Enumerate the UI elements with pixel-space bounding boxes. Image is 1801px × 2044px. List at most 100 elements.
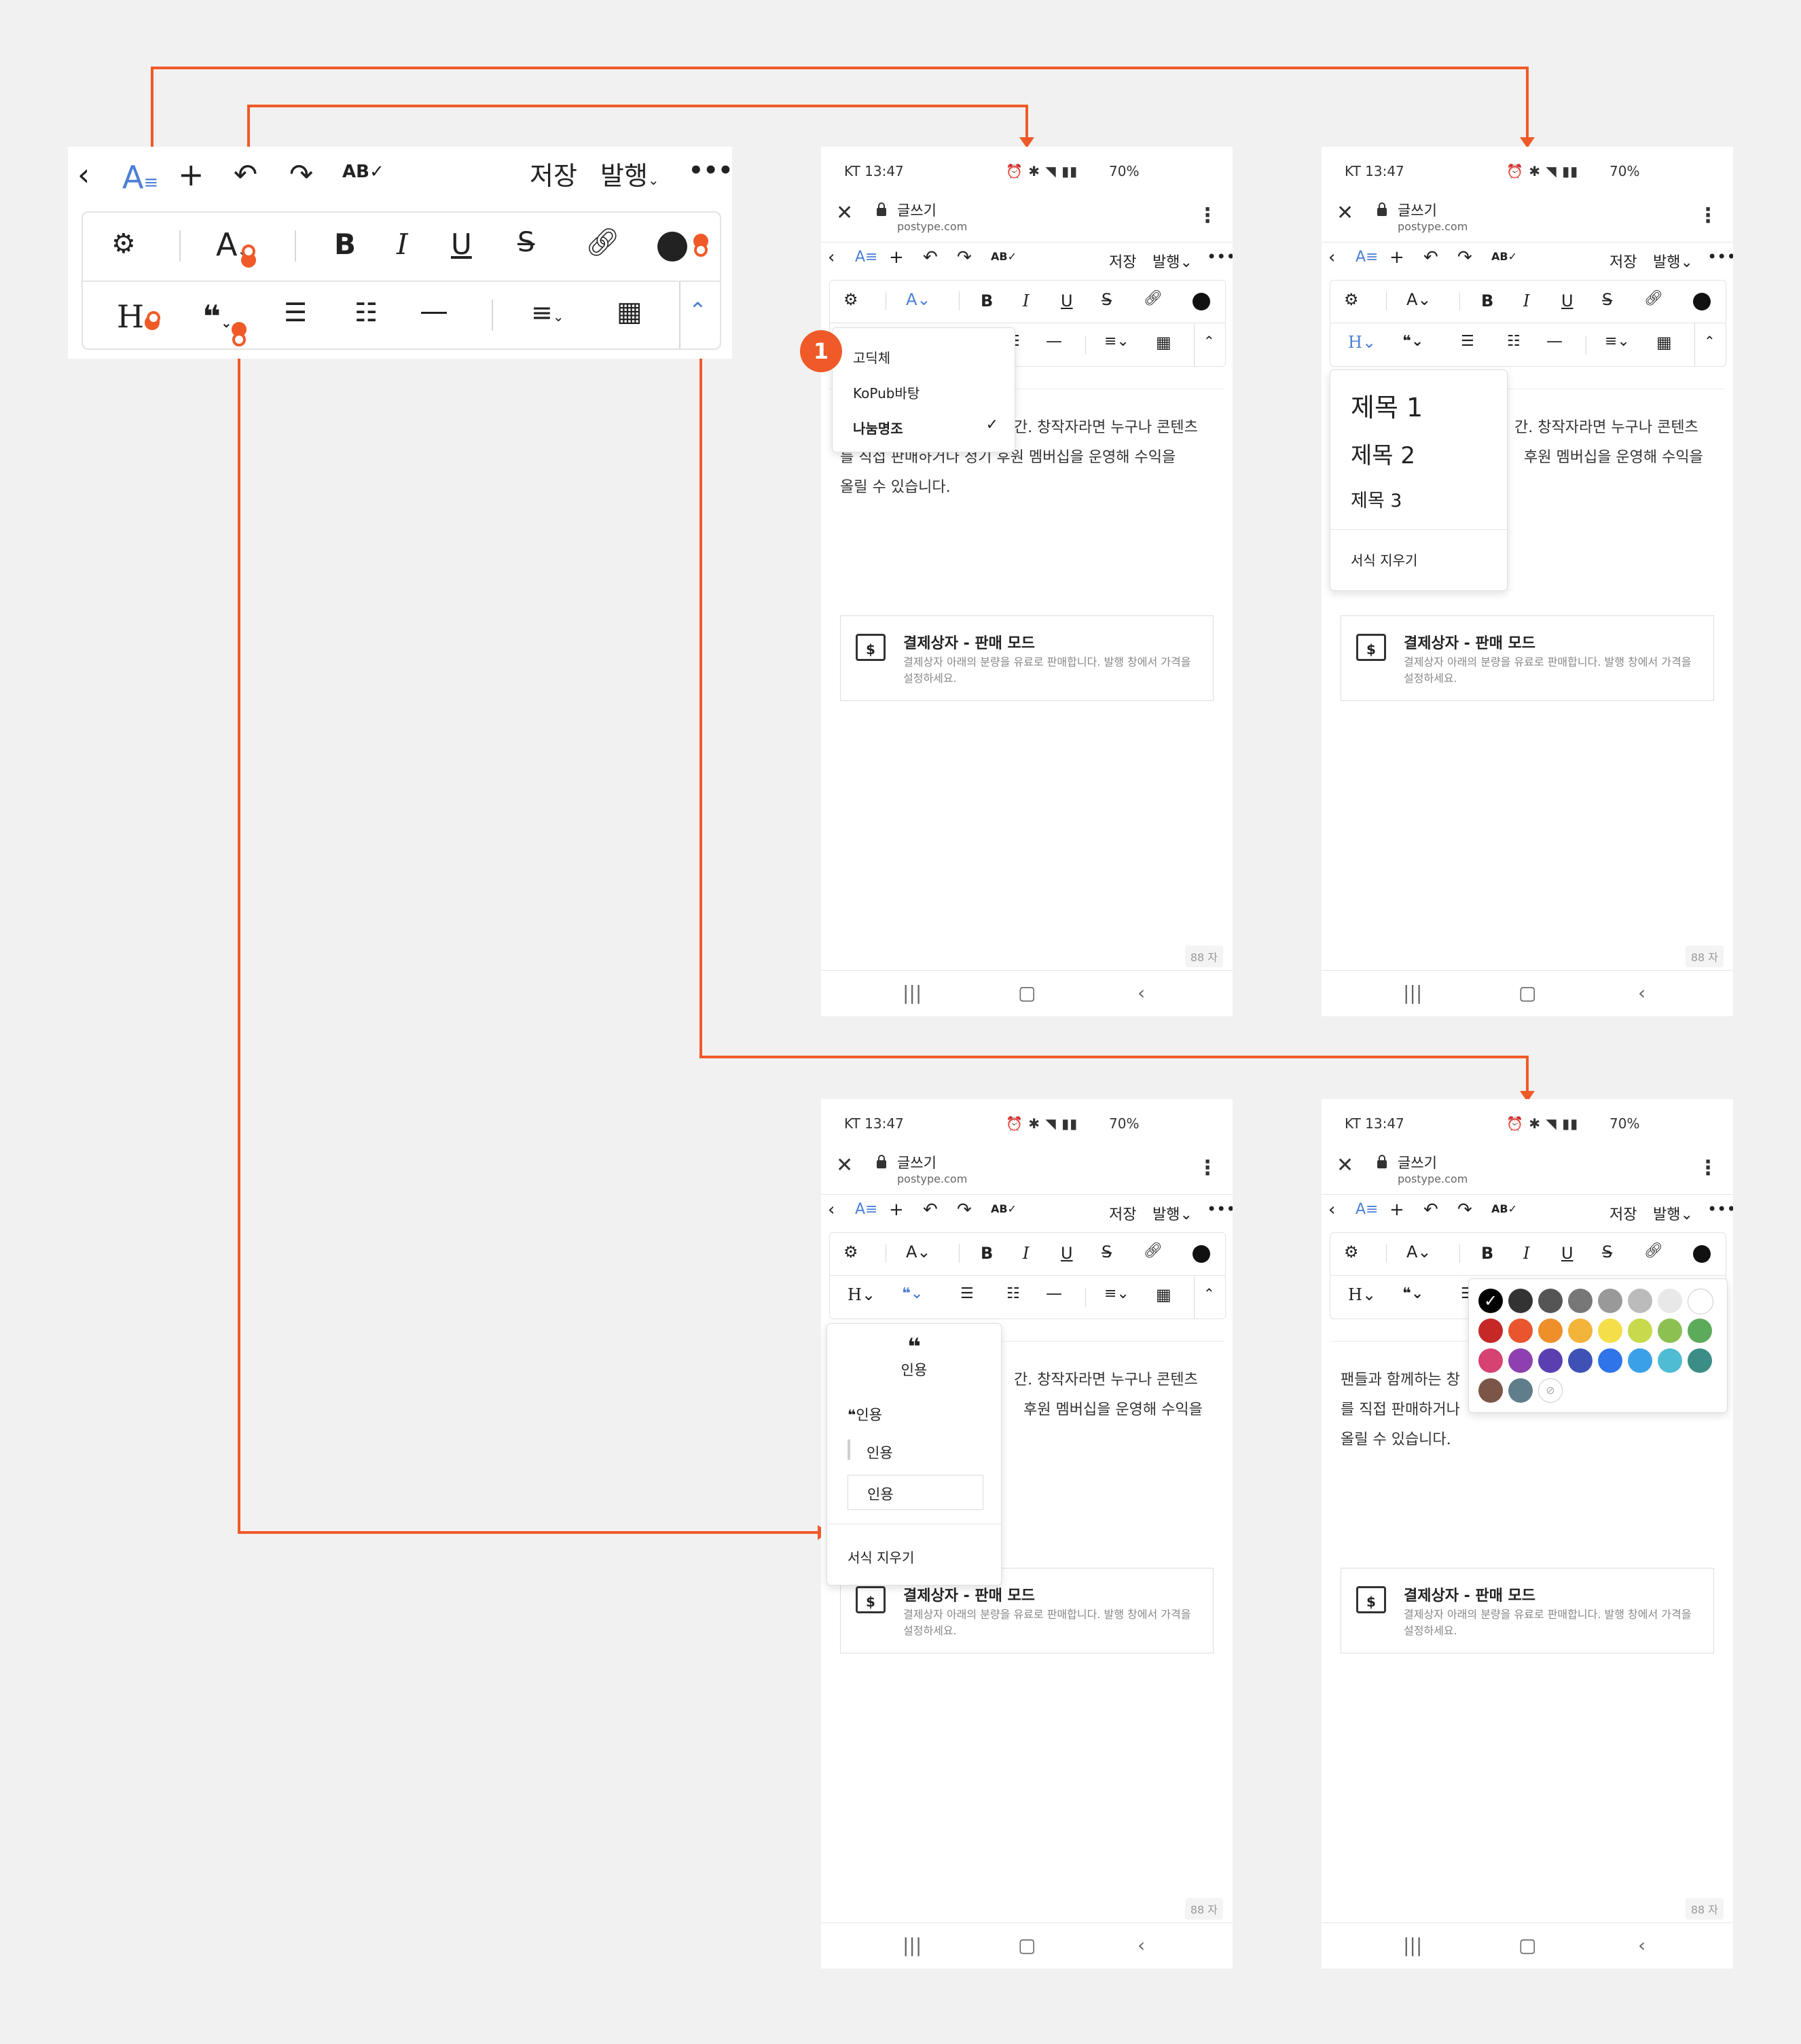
divider-icon[interactable]: — — [1546, 333, 1563, 349]
spellcheck-icon[interactable]: AB✓ — [1491, 1204, 1517, 1215]
italic-button[interactable]: I — [397, 230, 408, 259]
underline-button[interactable]: U — [451, 230, 472, 259]
numbered-list-icon[interactable]: ☷ — [354, 300, 378, 325]
gear-icon[interactable]: ⚙ — [111, 230, 136, 257]
add-icon[interactable]: + — [889, 1201, 904, 1219]
close-icon[interactable]: ✕ — [836, 1153, 853, 1177]
undo-icon[interactable]: ↶ — [1423, 1201, 1438, 1219]
underline-button[interactable]: U — [1061, 1245, 1073, 1261]
text-format-icon[interactable]: A≡ — [1356, 250, 1378, 265]
menu-icon[interactable]: ⋮ — [1698, 204, 1718, 228]
add-icon[interactable]: + — [889, 249, 904, 266]
font-select[interactable]: A⌄ — [1406, 291, 1432, 308]
back-icon[interactable]: ‹ — [1328, 249, 1335, 266]
link-icon[interactable]: 🔗︎ — [1644, 1244, 1663, 1259]
strikethrough-icon[interactable]: S̶ — [1102, 1244, 1112, 1260]
spellcheck-icon[interactable]: AB✓ — [991, 1204, 1017, 1215]
font-select[interactable]: A⌄ — [906, 291, 931, 308]
bold-button[interactable]: B — [981, 1245, 993, 1261]
close-icon[interactable]: ✕ — [836, 201, 853, 225]
collapse-icon[interactable]: ⌃ — [689, 300, 707, 321]
link-icon[interactable]: 🔗︎ — [1144, 291, 1163, 306]
add-icon[interactable]: + — [1389, 249, 1404, 266]
add-icon[interactable]: + — [178, 159, 204, 190]
color-swatch[interactable] — [1598, 1289, 1622, 1313]
text-format-icon[interactable]: A≡ — [855, 1202, 877, 1217]
home-icon[interactable]: ▢ — [1018, 1934, 1036, 1956]
gear-icon[interactable]: ⚙ — [1344, 291, 1359, 308]
quote-select[interactable]: ❝⌄ — [902, 1287, 923, 1302]
close-icon[interactable]: ✕ — [1336, 1153, 1353, 1177]
table-icon[interactable]: ▦ — [617, 298, 642, 325]
color-swatch[interactable] — [1508, 1319, 1533, 1343]
spellcheck-icon[interactable]: AB✓ — [342, 163, 384, 181]
paywall-card[interactable]: $ 결제상자 - 판매 모드 결제상자 아래의 분량을 유료로 판매합니다. 발… — [1341, 615, 1714, 701]
recents-icon[interactable]: ||| — [903, 982, 922, 1004]
bold-button[interactable]: B — [1481, 293, 1493, 309]
undo-icon[interactable]: ↶ — [234, 160, 257, 189]
color-swatch[interactable] — [1658, 1319, 1682, 1343]
divider-icon[interactable]: — — [420, 297, 448, 325]
no-color-swatch[interactable]: ⊘ — [1538, 1378, 1563, 1403]
color-picker-button[interactable] — [657, 232, 687, 262]
quote-select[interactable]: ❝⌄ — [202, 301, 232, 332]
more-icon[interactable]: ••• — [1707, 1200, 1733, 1219]
color-swatch[interactable] — [1598, 1319, 1622, 1343]
nav-back-icon[interactable]: ‹ — [1638, 982, 1645, 1004]
menu-icon[interactable]: ⋮ — [1197, 204, 1218, 228]
paywall-card[interactable]: $ 결제상자 - 판매 모드 결제상자 아래의 분량을 유료로 판매합니다. 발… — [1341, 1568, 1714, 1653]
bullet-list-icon[interactable]: ☰ — [284, 300, 307, 325]
heading-select[interactable]: H⌄ — [848, 1287, 875, 1303]
divider-icon[interactable]: — — [1046, 1285, 1062, 1302]
color-swatch[interactable] — [1478, 1378, 1503, 1403]
color-swatch[interactable] — [1538, 1348, 1563, 1373]
quote-option-mark[interactable]: ❝인용 — [848, 1404, 882, 1424]
clear-format-button[interactable]: 서식 지우기 — [848, 1547, 914, 1566]
color-swatch[interactable] — [1628, 1348, 1652, 1373]
font-option-kopub[interactable]: KoPub바탕 — [853, 382, 920, 402]
font-select[interactable]: A⌄ — [1406, 1244, 1432, 1260]
color-picker-button[interactable] — [1693, 293, 1711, 310]
color-swatch[interactable] — [1688, 1319, 1712, 1343]
nav-back-icon[interactable]: ‹ — [1138, 1934, 1145, 1956]
spellcheck-icon[interactable]: AB✓ — [1491, 251, 1517, 262]
home-icon[interactable]: ▢ — [1018, 982, 1036, 1004]
back-icon[interactable]: ‹ — [828, 249, 835, 266]
table-icon[interactable]: ▦ — [1156, 334, 1171, 351]
back-icon[interactable]: ‹ — [77, 159, 90, 190]
color-swatch[interactable] — [1568, 1319, 1593, 1343]
save-button[interactable]: 저장 — [1109, 250, 1136, 272]
nav-back-icon[interactable]: ‹ — [1138, 982, 1145, 1004]
bullet-list-icon[interactable]: ☰ — [960, 1287, 974, 1302]
numbered-list-icon[interactable]: ☷ — [1507, 334, 1521, 349]
heading-select[interactable]: H⌄ — [1348, 1287, 1376, 1303]
spellcheck-icon[interactable]: AB✓ — [991, 251, 1017, 262]
publish-button[interactable]: 발행⌄ — [1152, 1202, 1193, 1224]
bold-button[interactable]: B — [1481, 1245, 1493, 1261]
undo-icon[interactable]: ↶ — [1423, 249, 1438, 266]
italic-button[interactable]: I — [1023, 1245, 1029, 1261]
close-icon[interactable]: ✕ — [1336, 201, 1353, 225]
align-select[interactable]: ≡⌄ — [1104, 1287, 1129, 1302]
publish-button[interactable]: 발행⌄ — [1653, 250, 1693, 272]
undo-icon[interactable]: ↶ — [923, 249, 938, 266]
menu-icon[interactable]: ⋮ — [1698, 1156, 1718, 1180]
color-swatch[interactable] — [1568, 1348, 1593, 1373]
home-icon[interactable]: ▢ — [1518, 982, 1536, 1004]
italic-button[interactable]: I — [1523, 1245, 1529, 1261]
table-icon[interactable]: ▦ — [1156, 1287, 1171, 1303]
table-icon[interactable]: ▦ — [1656, 334, 1672, 351]
text-format-icon[interactable]: A≡ — [855, 250, 877, 265]
divider-icon[interactable]: — — [1046, 333, 1062, 349]
numbered-list-icon[interactable]: ☷ — [1006, 1287, 1020, 1302]
recents-icon[interactable]: ||| — [1403, 1934, 1422, 1956]
gear-icon[interactable]: ⚙ — [1344, 1244, 1359, 1260]
color-swatch[interactable] — [1688, 1289, 1713, 1314]
color-swatch[interactable] — [1478, 1319, 1503, 1343]
strikethrough-icon[interactable]: S̶ — [517, 229, 534, 256]
heading-select[interactable]: H⌄ — [1348, 334, 1376, 351]
italic-button[interactable]: I — [1023, 293, 1029, 309]
quote-select[interactable]: ❝⌄ — [1402, 334, 1423, 349]
recents-icon[interactable]: ||| — [1403, 982, 1422, 1004]
color-swatch[interactable] — [1508, 1289, 1533, 1313]
